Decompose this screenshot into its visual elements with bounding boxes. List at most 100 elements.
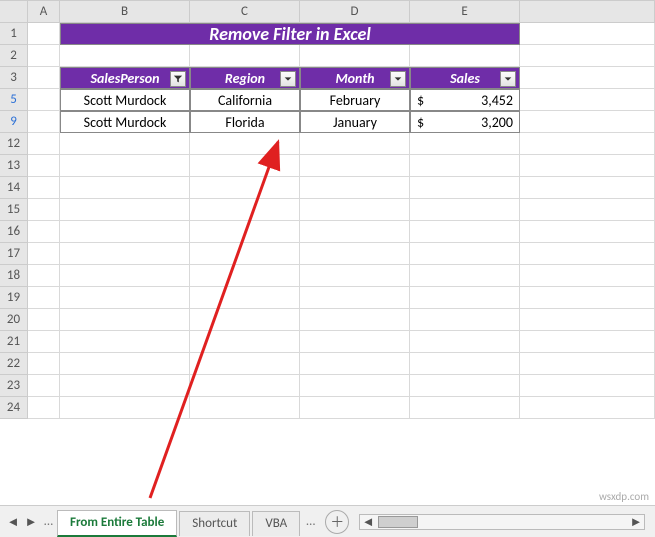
cell[interactable] bbox=[300, 331, 410, 353]
cell[interactable] bbox=[410, 265, 520, 287]
cell[interactable] bbox=[28, 155, 60, 177]
cell[interactable] bbox=[28, 309, 60, 331]
cell[interactable] bbox=[300, 155, 410, 177]
cell[interactable] bbox=[520, 265, 655, 287]
tab-nav-prev[interactable]: ◄ bbox=[4, 509, 22, 535]
cell[interactable] bbox=[300, 133, 410, 155]
row-hdr[interactable]: 13 bbox=[0, 155, 28, 177]
cell[interactable] bbox=[60, 45, 190, 67]
filter-button-salesperson[interactable] bbox=[170, 71, 186, 87]
cell[interactable] bbox=[410, 287, 520, 309]
cell[interactable] bbox=[300, 397, 410, 419]
cell[interactable] bbox=[190, 155, 300, 177]
cell[interactable] bbox=[190, 177, 300, 199]
select-all-corner[interactable] bbox=[0, 1, 28, 23]
cell[interactable] bbox=[520, 375, 655, 397]
cell[interactable] bbox=[520, 221, 655, 243]
cell[interactable] bbox=[520, 353, 655, 375]
tab-shortcut[interactable]: Shortcut bbox=[179, 511, 250, 536]
table-cell-person[interactable]: Scott Murdock bbox=[60, 89, 190, 111]
header-sales[interactable]: Sales bbox=[410, 67, 520, 89]
cell[interactable] bbox=[410, 397, 520, 419]
row-hdr[interactable]: 21 bbox=[0, 331, 28, 353]
cell[interactable] bbox=[190, 133, 300, 155]
cell[interactable] bbox=[300, 221, 410, 243]
cell[interactable] bbox=[520, 89, 655, 111]
col-hdr-b[interactable]: B bbox=[60, 1, 190, 23]
cell[interactable] bbox=[300, 375, 410, 397]
row-hdr[interactable]: 20 bbox=[0, 309, 28, 331]
cell[interactable] bbox=[520, 155, 655, 177]
cell[interactable] bbox=[410, 331, 520, 353]
cell[interactable] bbox=[28, 133, 60, 155]
filter-button-sales[interactable] bbox=[500, 71, 516, 87]
cell[interactable] bbox=[410, 177, 520, 199]
cell[interactable] bbox=[60, 375, 190, 397]
col-hdr-e[interactable]: E bbox=[410, 1, 520, 23]
cell[interactable] bbox=[190, 375, 300, 397]
cell[interactable] bbox=[410, 375, 520, 397]
tab-overflow-dots[interactable]: … bbox=[40, 514, 57, 529]
row-hdr[interactable]: 15 bbox=[0, 199, 28, 221]
cell[interactable] bbox=[28, 45, 60, 67]
cell[interactable] bbox=[28, 353, 60, 375]
cell[interactable] bbox=[60, 331, 190, 353]
row-hdr[interactable]: 23 bbox=[0, 375, 28, 397]
cell[interactable] bbox=[300, 309, 410, 331]
row-hdr[interactable]: 9 bbox=[0, 111, 28, 133]
cell[interactable] bbox=[28, 375, 60, 397]
table-cell-sales[interactable]: $ 3,452 bbox=[410, 89, 520, 111]
scroll-right-icon[interactable]: ► bbox=[628, 514, 644, 530]
table-cell-month[interactable]: February bbox=[300, 89, 410, 111]
cell[interactable] bbox=[190, 309, 300, 331]
scroll-thumb[interactable] bbox=[378, 516, 418, 528]
cell[interactable] bbox=[60, 243, 190, 265]
filter-button-month[interactable] bbox=[390, 71, 406, 87]
tab-overflow-dots-right[interactable]: … bbox=[302, 514, 319, 529]
cell[interactable] bbox=[60, 265, 190, 287]
cell[interactable] bbox=[520, 331, 655, 353]
cell[interactable] bbox=[300, 353, 410, 375]
table-cell-region[interactable]: California bbox=[190, 89, 300, 111]
tab-vba[interactable]: VBA bbox=[252, 511, 300, 536]
row-hdr[interactable]: 18 bbox=[0, 265, 28, 287]
cell[interactable] bbox=[60, 221, 190, 243]
row-hdr[interactable]: 14 bbox=[0, 177, 28, 199]
cell[interactable] bbox=[300, 265, 410, 287]
cell[interactable] bbox=[300, 199, 410, 221]
row-hdr[interactable]: 5 bbox=[0, 89, 28, 111]
cell[interactable] bbox=[190, 397, 300, 419]
cell[interactable] bbox=[520, 199, 655, 221]
cell[interactable] bbox=[190, 221, 300, 243]
cell[interactable] bbox=[28, 221, 60, 243]
filter-button-region[interactable] bbox=[280, 71, 296, 87]
cell[interactable] bbox=[520, 177, 655, 199]
cell[interactable] bbox=[28, 89, 60, 111]
cell[interactable] bbox=[410, 309, 520, 331]
cell[interactable] bbox=[300, 177, 410, 199]
cell[interactable] bbox=[190, 45, 300, 67]
cell[interactable] bbox=[520, 23, 655, 45]
cell[interactable] bbox=[28, 331, 60, 353]
cell[interactable] bbox=[520, 67, 655, 89]
row-hdr[interactable]: 19 bbox=[0, 287, 28, 309]
cell[interactable] bbox=[190, 287, 300, 309]
cell[interactable] bbox=[300, 45, 410, 67]
cell[interactable] bbox=[520, 111, 655, 133]
cell[interactable] bbox=[190, 331, 300, 353]
row-hdr[interactable]: 16 bbox=[0, 221, 28, 243]
table-cell-region[interactable]: Florida bbox=[190, 111, 300, 133]
cell[interactable] bbox=[60, 199, 190, 221]
cell[interactable] bbox=[410, 243, 520, 265]
tab-nav-next[interactable]: ► bbox=[22, 509, 40, 535]
cell[interactable] bbox=[190, 243, 300, 265]
cell[interactable] bbox=[520, 397, 655, 419]
cell[interactable] bbox=[520, 309, 655, 331]
cell[interactable] bbox=[60, 177, 190, 199]
cell[interactable] bbox=[28, 243, 60, 265]
cell[interactable] bbox=[190, 353, 300, 375]
cell[interactable] bbox=[28, 265, 60, 287]
cell[interactable] bbox=[60, 353, 190, 375]
cell[interactable] bbox=[28, 111, 60, 133]
cell[interactable] bbox=[520, 45, 655, 67]
